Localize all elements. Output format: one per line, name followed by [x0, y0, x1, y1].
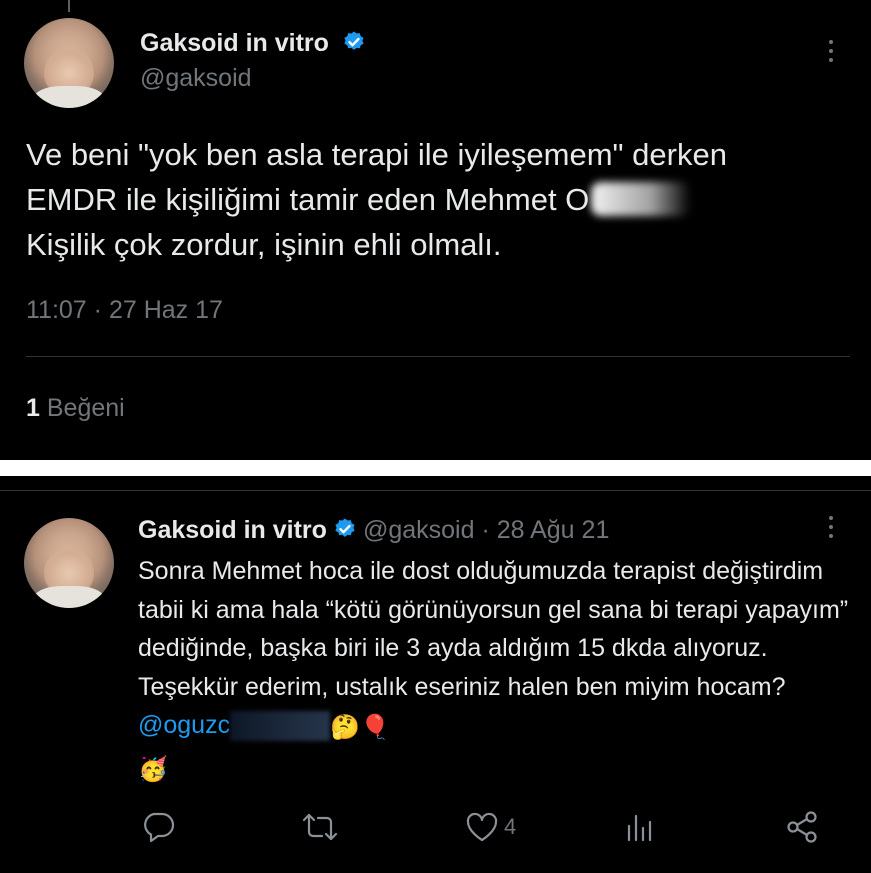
tweet-date[interactable]: 28 Ağu 21	[497, 516, 610, 544]
avatar[interactable]	[24, 518, 114, 608]
like-count: 4	[504, 814, 517, 839]
like-button[interactable]: 4	[464, 810, 516, 844]
likes-count[interactable]: 1	[26, 394, 40, 422]
balloon-emoji: 🎈	[359, 714, 390, 741]
redacted-name-blur	[591, 182, 692, 216]
tweet-time[interactable]: 11:07	[26, 296, 87, 324]
tweet-text: Ve beni "yok ben asla terapi ile iyileşe…	[26, 132, 846, 267]
tweet-header: Gaksoid in vitro @gaksoid · 28 Ağu 21	[138, 516, 609, 545]
verified-badge-icon	[344, 31, 364, 51]
mention-link[interactable]: @oguzc	[138, 711, 230, 739]
tweet-detail: Gaksoid in vitro @gaksoid Ve beni "yok b…	[0, 0, 871, 460]
verified-badge-icon	[335, 518, 355, 538]
share-icon	[787, 811, 817, 843]
share-button[interactable]	[784, 810, 820, 844]
tweet-timestamp[interactable]: 11:07 · 27 Haz 17	[26, 296, 223, 325]
display-name[interactable]: Gaksoid in vitro	[140, 29, 366, 58]
tweet-text-body: Sonra Mehmet hoca ile dost olduğumuzda t…	[138, 557, 849, 701]
tweet-text: Sonra Mehmet hoca ile dost olduğumuzda t…	[138, 552, 854, 789]
likes-label[interactable]: Beğeni	[47, 394, 125, 422]
views-button[interactable]	[624, 810, 658, 844]
views-icon	[627, 814, 652, 842]
image-divider	[0, 460, 871, 476]
tweet-action-bar: 4	[0, 806, 871, 848]
tweet-text-closing: Kişilik çok zordur, işinin ehli olmalı.	[26, 227, 502, 262]
user-handle[interactable]: @gaksoid	[140, 64, 252, 93]
meta-separator: ·	[481, 516, 490, 544]
meta-separator: ·	[93, 296, 102, 324]
like-icon	[466, 812, 498, 842]
avatar-shirt	[34, 586, 104, 608]
redacted-mention-blur	[230, 711, 331, 741]
retweet-button[interactable]	[300, 810, 340, 844]
more-options-icon[interactable]	[826, 40, 836, 68]
user-handle[interactable]: @gaksoid	[363, 516, 475, 544]
display-name-text[interactable]: Gaksoid in vitro	[140, 29, 329, 57]
display-name[interactable]: Gaksoid in vitro	[138, 516, 327, 544]
thinking-face-emoji: 🤔	[330, 714, 360, 741]
divider	[0, 490, 871, 491]
likes-summary[interactable]: 1 Beğeni	[26, 394, 125, 423]
avatar[interactable]	[24, 18, 114, 108]
retweet-icon	[302, 813, 338, 841]
thread-connector-line	[68, 0, 70, 12]
tweet-date[interactable]: 27 Haz 17	[109, 296, 223, 324]
more-options-icon[interactable]	[826, 516, 836, 544]
partying-face-emoji: 🥳	[138, 755, 168, 783]
divider	[26, 356, 850, 357]
tweet-timeline-item[interactable]: Gaksoid in vitro @gaksoid · 28 Ağu 21 So…	[0, 476, 871, 873]
reply-button[interactable]	[140, 810, 176, 844]
reply-icon	[144, 812, 175, 843]
avatar-shirt	[34, 86, 104, 108]
